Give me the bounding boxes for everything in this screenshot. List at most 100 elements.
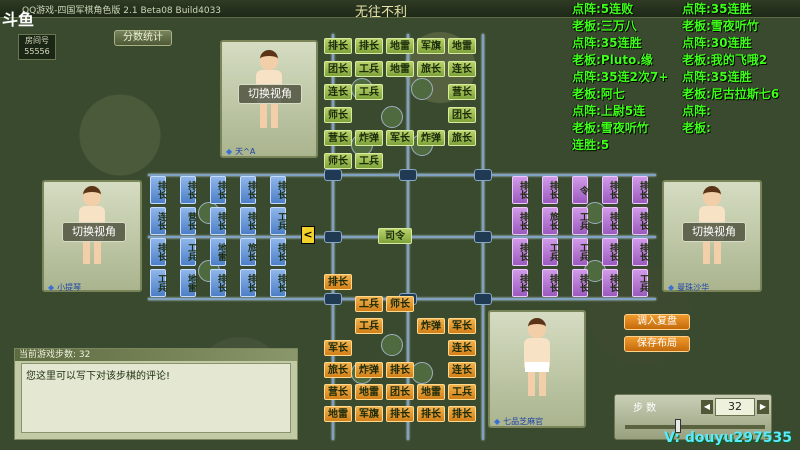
board-piece[interactable]: 排长 (240, 207, 256, 235)
board-piece[interactable]: 连长 (448, 362, 476, 378)
board-piece[interactable]: 排长 (448, 406, 476, 422)
board-piece[interactable]: 师长 (386, 296, 414, 312)
board-piece[interactable]: 连长 (150, 207, 166, 235)
board-piece[interactable]: 排长 (512, 207, 528, 235)
board-node[interactable] (324, 231, 342, 243)
board-center-piece[interactable]: 司令 (378, 228, 412, 244)
board-piece[interactable]: 地雷 (210, 238, 226, 266)
board-piece[interactable]: 营长 (180, 207, 196, 235)
board-piece[interactable]: 排长 (542, 269, 558, 297)
board-piece[interactable]: 连长 (448, 61, 476, 77)
board-piece[interactable]: 旅长 (324, 362, 352, 378)
board-node[interactable] (474, 231, 492, 243)
board-piece[interactable]: 排长 (602, 176, 618, 204)
board-piece[interactable]: 军长 (448, 318, 476, 334)
steps-slider[interactable] (625, 425, 765, 429)
board-piece[interactable]: 工兵 (542, 238, 558, 266)
board-piece[interactable]: 炸弹 (417, 130, 445, 146)
board-piece[interactable]: 排长 (602, 269, 618, 297)
board-piece[interactable]: 工兵 (355, 61, 383, 77)
board-piece[interactable]: 军旗 (417, 38, 445, 54)
board-piece[interactable]: 排长 (602, 207, 618, 235)
board-piece[interactable]: 工兵 (355, 296, 383, 312)
board-piece[interactable]: 排长 (210, 207, 226, 235)
board-piece[interactable]: 排长 (386, 406, 414, 422)
board-piece[interactable]: 团长 (386, 384, 414, 400)
board-piece[interactable]: 工兵 (270, 207, 286, 235)
board-piece[interactable]: 排长 (240, 269, 256, 297)
board-piece[interactable]: 地雷 (386, 61, 414, 77)
board-piece[interactable]: 工兵 (572, 238, 588, 266)
board-piece[interactable]: 排长 (270, 238, 286, 266)
board-piece[interactable]: 排长 (150, 176, 166, 204)
board-piece[interactable]: 旅长 (240, 238, 256, 266)
board-piece[interactable]: 令 (572, 176, 588, 204)
board-piece[interactable]: 排长 (180, 176, 196, 204)
left-view-button[interactable]: 切换视角 (62, 222, 126, 242)
board-piece[interactable]: 排长 (512, 238, 528, 266)
board-piece[interactable]: 排长 (542, 176, 558, 204)
board-piece[interactable]: 地雷 (448, 38, 476, 54)
board-piece[interactable]: 排长 (632, 238, 648, 266)
board-piece[interactable]: 排长 (324, 38, 352, 54)
board-piece[interactable]: 排长 (210, 269, 226, 297)
board-piece[interactable]: 工兵 (355, 318, 383, 334)
board-piece[interactable]: 旅长 (448, 130, 476, 146)
board-piece[interactable]: 排长 (210, 176, 226, 204)
board-piece[interactable]: 工兵 (572, 207, 588, 235)
board-piece[interactable]: 师长 (324, 153, 352, 169)
board-node[interactable] (324, 169, 342, 181)
board-piece[interactable]: 工兵 (180, 238, 196, 266)
board-piece[interactable]: 工兵 (355, 84, 383, 100)
board-piece[interactable]: 工兵 (355, 153, 383, 169)
board-piece[interactable]: 排长 (240, 176, 256, 204)
board-piece[interactable]: 工兵 (632, 269, 648, 297)
step-back-button[interactable]: ◀ (701, 400, 713, 414)
board-piece[interactable]: 地雷 (180, 269, 196, 297)
board-piece[interactable]: 排长 (324, 274, 352, 290)
board-piece[interactable]: 排长 (632, 207, 648, 235)
board-piece[interactable]: 营长 (448, 84, 476, 100)
comment-textarea[interactable]: 您这里可以写下对该步棋的评论! (21, 363, 291, 433)
board-piece[interactable]: 连长 (324, 84, 352, 100)
board-piece[interactable]: 排长 (355, 38, 383, 54)
save-layout-button[interactable]: 保存布局 (624, 336, 690, 352)
board-piece[interactable]: 排长 (572, 269, 588, 297)
board-piece[interactable]: 团长 (448, 107, 476, 123)
board-piece[interactable]: 工兵 (150, 269, 166, 297)
board-piece[interactable]: 排长 (632, 176, 648, 204)
step-forward-button[interactable]: ▶ (757, 400, 769, 414)
board-piece[interactable]: 地雷 (386, 38, 414, 54)
board-piece[interactable]: 排长 (150, 238, 166, 266)
board-piece[interactable]: 排长 (417, 406, 445, 422)
board-piece[interactable]: 军旗 (355, 406, 383, 422)
board-piece[interactable]: 排长 (270, 176, 286, 204)
board-piece[interactable]: 营长 (324, 384, 352, 400)
board-piece[interactable]: 连长 (448, 340, 476, 356)
board-piece[interactable]: 地雷 (355, 384, 383, 400)
board-node[interactable] (474, 169, 492, 181)
board-node[interactable] (474, 293, 492, 305)
board-node[interactable] (324, 293, 342, 305)
board-piece[interactable]: 排长 (270, 269, 286, 297)
board-piece[interactable]: 地雷 (324, 406, 352, 422)
board-piece[interactable]: 营长 (324, 130, 352, 146)
board-piece[interactable]: 炸弹 (417, 318, 445, 334)
board-piece[interactable]: 排长 (602, 238, 618, 266)
board-piece[interactable]: 旅长 (417, 61, 445, 77)
board-piece[interactable]: 炸弹 (355, 362, 383, 378)
board-piece[interactable]: 军长 (324, 340, 352, 356)
board-piece[interactable]: 旅长 (542, 207, 558, 235)
board-piece[interactable]: 排长 (512, 269, 528, 297)
load-replay-button[interactable]: 调入复盘 (624, 314, 690, 330)
board-node[interactable] (399, 169, 417, 181)
board-piece[interactable]: 团长 (324, 61, 352, 77)
board-piece[interactable]: 工兵 (448, 384, 476, 400)
board-piece[interactable]: 排长 (512, 176, 528, 204)
right-view-button[interactable]: 切换视角 (682, 222, 746, 242)
board-piece[interactable]: 排长 (386, 362, 414, 378)
board-piece[interactable]: 军长 (386, 130, 414, 146)
board-piece[interactable]: 师长 (324, 107, 352, 123)
board-piece[interactable]: 炸弹 (355, 130, 383, 146)
board-piece[interactable]: 地雷 (417, 384, 445, 400)
